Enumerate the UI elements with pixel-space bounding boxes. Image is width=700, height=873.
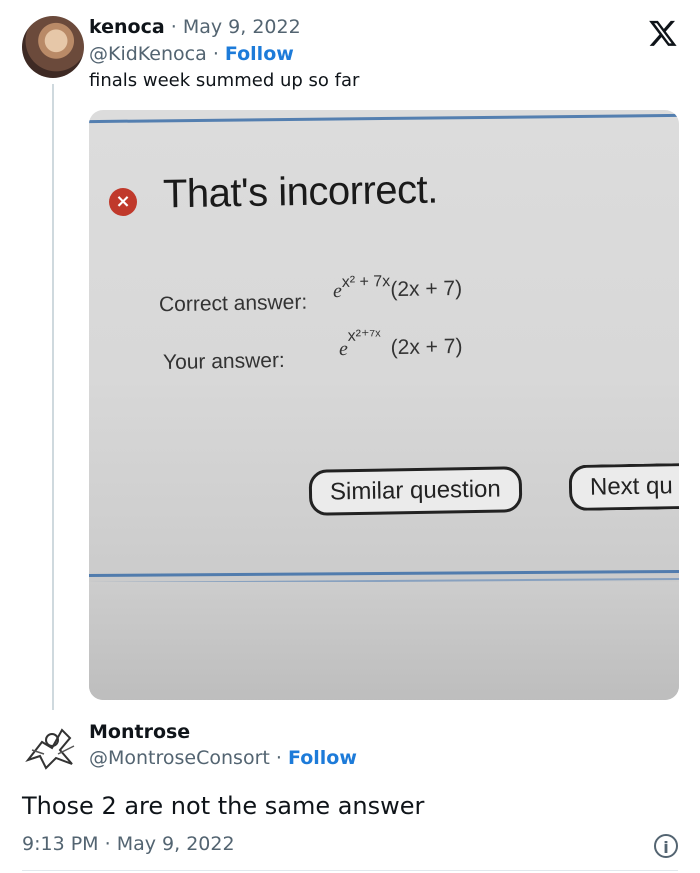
- reply-author-name[interactable]: Montrose: [89, 721, 190, 743]
- separator: ·: [170, 16, 177, 38]
- screen-border: [89, 113, 679, 124]
- reply-avatar[interactable]: [22, 720, 80, 772]
- tweet-header: kenoca · May 9, 2022: [89, 16, 301, 38]
- author-handle[interactable]: @KidKenoca: [89, 43, 207, 65]
- separator: ·: [275, 747, 282, 769]
- divider: [22, 870, 678, 871]
- incorrect-headline: That's incorrect.: [162, 167, 439, 217]
- separator: ·: [212, 43, 219, 65]
- monitor-bezel: [89, 582, 679, 700]
- screen-border-bottom: [89, 569, 679, 578]
- x-logo-icon[interactable]: [648, 18, 678, 48]
- correct-answer-label: Correct answer:: [158, 290, 308, 317]
- author-avatar[interactable]: [22, 16, 84, 78]
- reply-author-row: Montrose: [89, 721, 190, 743]
- your-answer-math: ex²⁺⁷ˣ (2x + 7): [338, 327, 463, 361]
- error-x-icon: ×: [109, 188, 137, 216]
- author-name[interactable]: kenoca: [89, 16, 165, 38]
- similar-question-button[interactable]: Similar question: [308, 466, 523, 516]
- thread-line: [52, 84, 54, 710]
- tweet-date[interactable]: May 9, 2022: [183, 16, 301, 38]
- reply-handle-row: @MontroseConsort · Follow: [89, 747, 357, 769]
- reply-timestamp[interactable]: 9:13 PM · May 9, 2022: [22, 833, 235, 855]
- info-icon[interactable]: i: [654, 834, 678, 858]
- tweet-text: finals week summed up so far: [89, 70, 360, 91]
- your-answer-label: Your answer:: [162, 348, 285, 375]
- reply-follow-button[interactable]: Follow: [288, 747, 357, 769]
- reply-handle[interactable]: @MontroseConsort: [89, 747, 270, 769]
- handle-row: @KidKenoca · Follow: [89, 43, 294, 65]
- correct-answer-math: ex² + 7x(2x + 7): [332, 273, 463, 303]
- reply-text: Those 2 are not the same answer: [22, 792, 425, 820]
- next-question-button[interactable]: Next qu: [568, 462, 679, 512]
- tweet-photo[interactable]: × That's incorrect. Correct answer: ex² …: [89, 110, 679, 700]
- follow-button[interactable]: Follow: [225, 43, 294, 65]
